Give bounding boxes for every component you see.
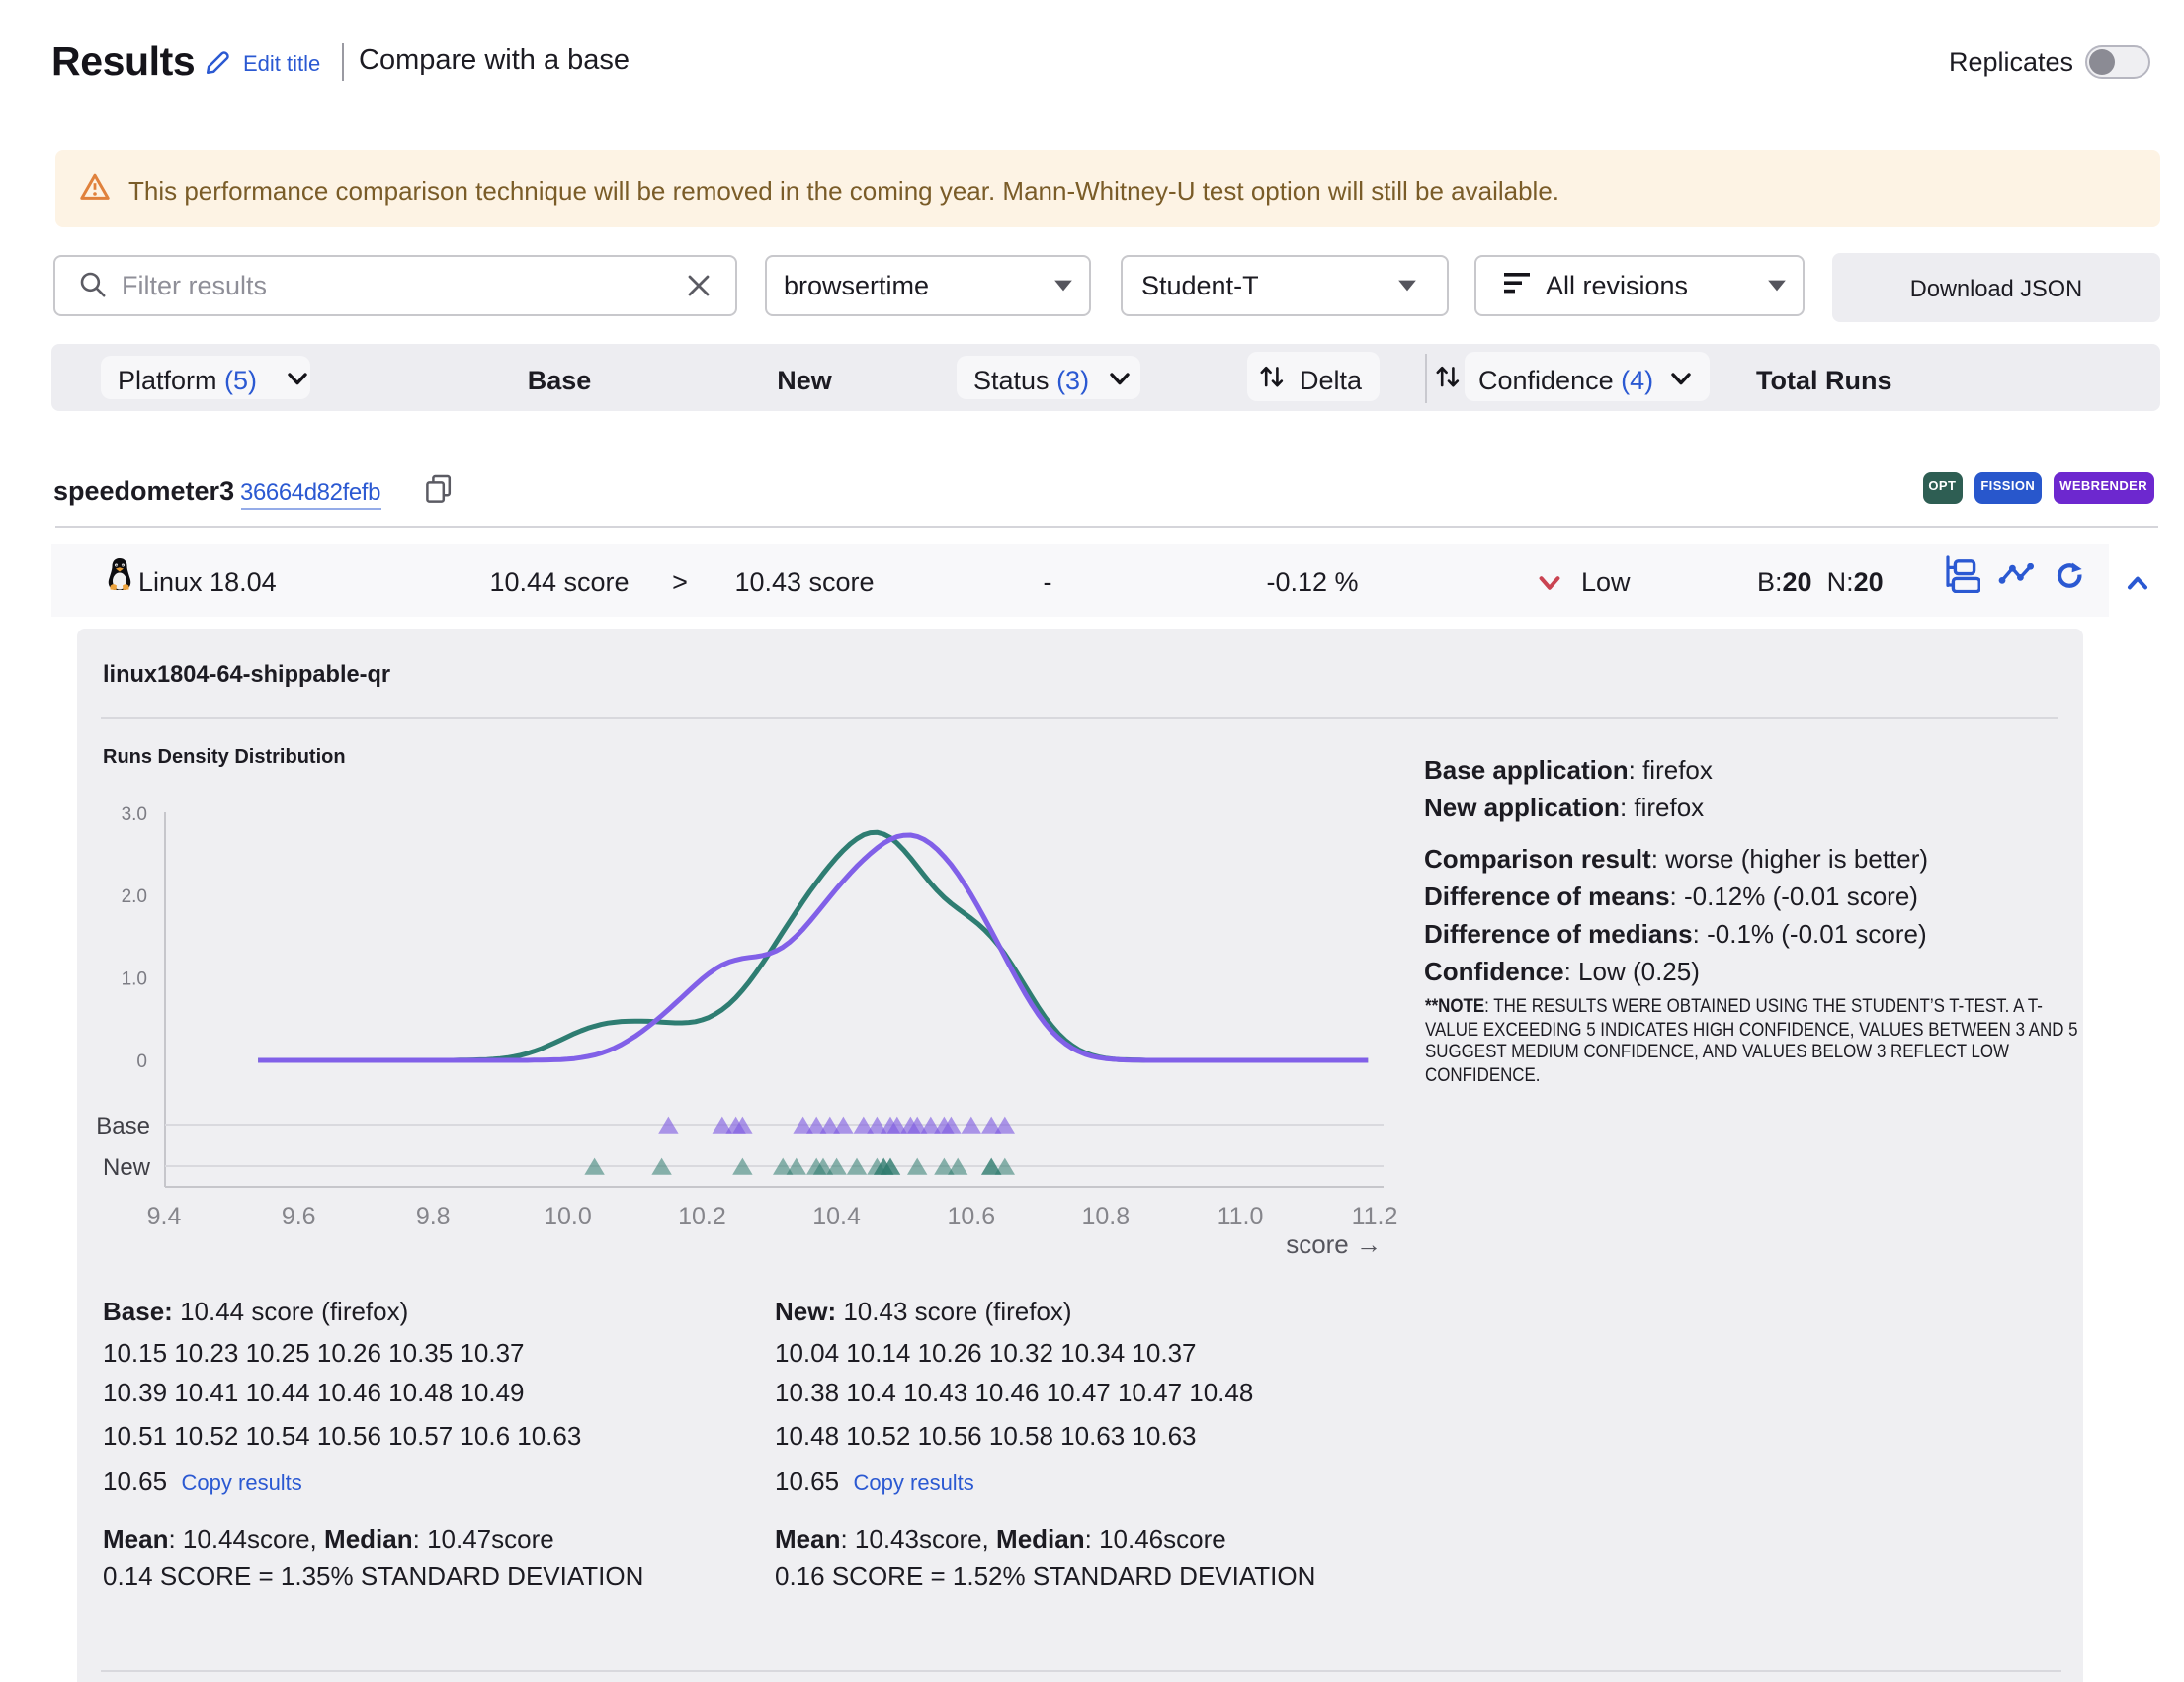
svg-text:10.4: 10.4 [812,1203,861,1230]
svg-text:New: New [103,1154,151,1181]
svg-text:score →: score → [1286,1229,1382,1259]
svg-text:11.0: 11.0 [1218,1203,1264,1230]
svg-text:10.0: 10.0 [544,1203,592,1230]
svg-text:10.2: 10.2 [678,1203,726,1230]
svg-text:10.6: 10.6 [947,1203,995,1230]
svg-text:0: 0 [136,1051,147,1072]
svg-text:9.4: 9.4 [147,1203,182,1230]
svg-text:9.6: 9.6 [282,1203,316,1230]
svg-text:Base: Base [96,1113,150,1139]
svg-text:3.0: 3.0 [122,804,147,825]
svg-text:9.8: 9.8 [416,1203,451,1230]
svg-text:11.2: 11.2 [1352,1203,1398,1230]
svg-text:2.0: 2.0 [122,886,147,907]
svg-text:10.8: 10.8 [1081,1203,1130,1230]
svg-text:1.0: 1.0 [122,968,147,989]
